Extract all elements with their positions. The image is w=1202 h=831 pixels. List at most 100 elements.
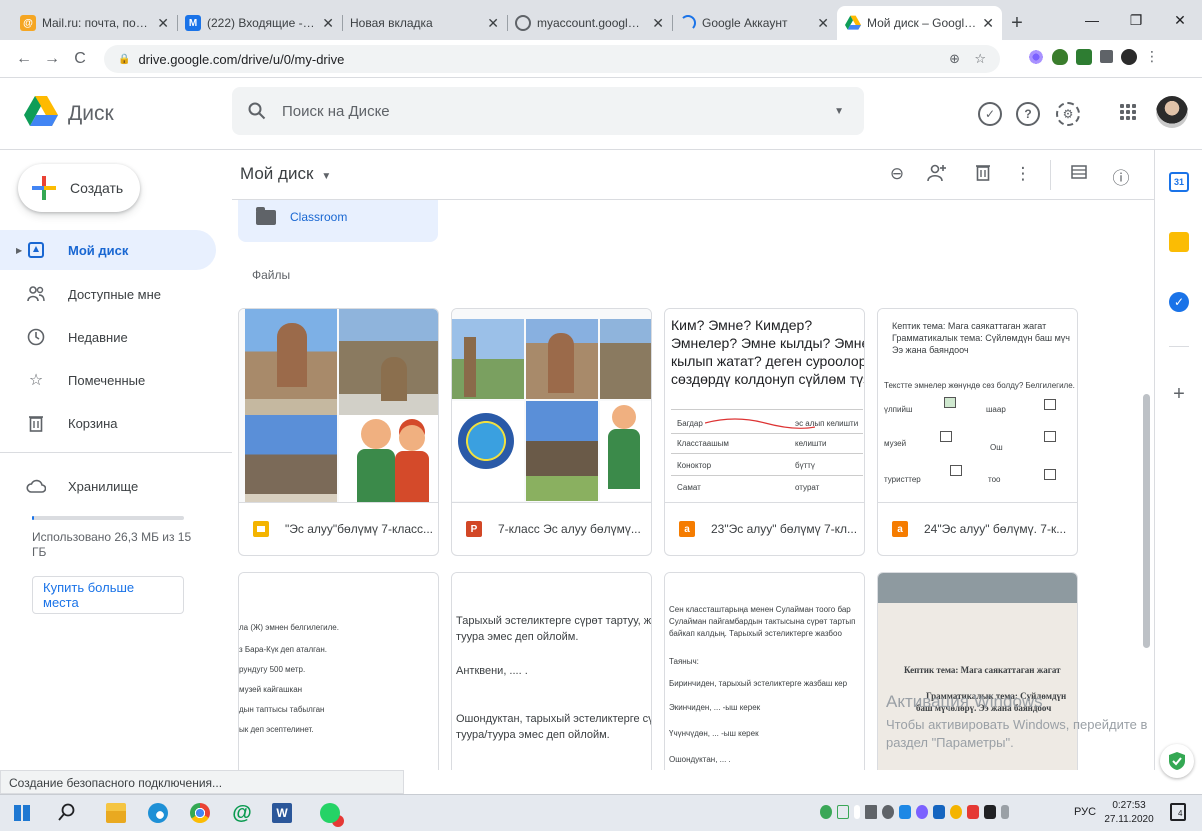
tray-mail-icon[interactable] xyxy=(837,805,849,819)
pen-icon[interactable] xyxy=(1001,805,1009,819)
close-tab-icon[interactable]: ✕ xyxy=(652,15,664,32)
more-vert-icon[interactable]: ⋮ xyxy=(1012,164,1034,184)
search-icon[interactable] xyxy=(248,102,266,120)
file-card[interactable]: Тарыхый эстеликтерге сүрөт тартуу, ж туу… xyxy=(451,572,652,770)
keep-icon[interactable] xyxy=(1169,232,1189,252)
profile-avatar-icon[interactable] xyxy=(1121,48,1137,65)
browser-tab-new-tab[interactable]: Новая вкладка ✕ xyxy=(342,6,507,40)
tray-shield-icon[interactable] xyxy=(899,805,911,819)
tasks-icon[interactable]: ✓ xyxy=(1169,292,1189,312)
browser-menu-icon[interactable]: ⋮ xyxy=(1145,48,1159,65)
sidebar-item-my-drive[interactable]: ▶ Мой диск xyxy=(0,230,216,270)
offline-status-icon[interactable]: ✓ xyxy=(978,102,1002,126)
word-app-icon[interactable]: W xyxy=(272,803,292,823)
expand-arrow-icon[interactable]: ▶ xyxy=(16,246,22,255)
extension-snowflake-icon[interactable] xyxy=(1028,48,1044,65)
sidebar-item-recent[interactable]: Недавние xyxy=(0,317,216,357)
taskbar-search-icon[interactable] xyxy=(58,803,78,823)
close-tab-icon[interactable]: ✕ xyxy=(157,15,169,32)
sidebar-item-trash[interactable]: Корзина xyxy=(0,403,216,443)
info-icon[interactable]: ⓘ xyxy=(1110,164,1132,189)
close-tab-icon[interactable]: ✕ xyxy=(817,15,829,32)
search-box[interactable]: Поиск на Диске ▼ xyxy=(232,87,864,135)
help-icon[interactable]: ? xyxy=(1016,102,1040,126)
settings-gear-icon[interactable]: ⚙ xyxy=(1056,102,1080,126)
file-card[interactable]: Ким? Эмне? Кимдер? Эмнелер? Эмне кылды? … xyxy=(664,308,865,556)
input-language-indicator[interactable]: РУС xyxy=(1074,806,1096,818)
get-addons-plus-icon[interactable]: + xyxy=(1169,383,1189,405)
create-button[interactable]: Создать xyxy=(18,164,140,212)
delete-trash-icon[interactable] xyxy=(972,164,994,186)
tray-app-icon[interactable] xyxy=(882,805,894,819)
google-apps-icon[interactable] xyxy=(1120,104,1136,120)
tray-app-icon[interactable] xyxy=(950,805,962,819)
doc-text: Экинчиден, ... -ыш керек xyxy=(669,703,761,712)
tray-app-icon[interactable] xyxy=(984,805,996,819)
file-card[interactable]: Кептик тема: Мага саякаттаган жагат Грам… xyxy=(877,308,1078,556)
action-center-icon[interactable]: 4 xyxy=(1170,803,1186,821)
list-view-icon[interactable] xyxy=(1068,164,1090,184)
bookmark-star-icon[interactable]: ☆ xyxy=(974,51,986,67)
forward-arrow-icon[interactable]: → xyxy=(38,50,66,68)
calendar-icon[interactable]: 31 xyxy=(1169,172,1189,192)
file-card[interactable]: ла (Ж) эмнен белгилегиле. з Бара-Күк деп… xyxy=(238,572,439,770)
browser-tab-gmail-inbox[interactable]: M (222) Входящие - Почт ✕ xyxy=(177,6,342,40)
back-arrow-icon[interactable]: ← xyxy=(10,50,38,68)
sidebar-item-storage[interactable]: Хранилище xyxy=(0,466,216,506)
buy-storage-button[interactable]: Купить больше места xyxy=(32,576,184,614)
mailru-agent-icon[interactable]: @ xyxy=(232,803,252,823)
minimize-icon[interactable]: — xyxy=(1070,0,1114,40)
taskbar-clock[interactable]: 0:27:53 27.11.2020 xyxy=(1104,799,1154,827)
close-tab-icon[interactable]: ✕ xyxy=(982,15,994,32)
security-shield-icon[interactable] xyxy=(1160,744,1194,778)
my-drive-breadcrumb[interactable]: Мой диск ▼ xyxy=(240,164,331,184)
close-window-icon[interactable]: ✕ xyxy=(1158,0,1202,40)
close-tab-icon[interactable]: ✕ xyxy=(322,15,334,32)
account-avatar[interactable] xyxy=(1156,96,1188,128)
main-scrollbar[interactable] xyxy=(1143,394,1150,648)
sidebar-item-starred[interactable]: ☆ Помеченные xyxy=(0,360,216,400)
doc-text: з Бара-Күк деп аталган. xyxy=(239,645,328,654)
address-bar[interactable]: 🔒 drive.google.com/drive/u/0/my-drive ⊕ … xyxy=(104,45,1000,73)
tray-snowflake-icon[interactable] xyxy=(916,805,928,819)
restore-icon[interactable]: ❐ xyxy=(1114,0,1158,40)
file-caption: P 7-класс Эс алуу бөлүмү... xyxy=(452,503,651,555)
file-card[interactable]: "Эс алуу"бөлүмү 7-класс... xyxy=(238,308,439,556)
tray-app-icon[interactable] xyxy=(820,805,832,819)
window-controls: — ❐ ✕ xyxy=(1070,0,1202,40)
sidebar-item-shared-with-me[interactable]: Доступные мне xyxy=(0,274,216,314)
browser-tab-myaccount[interactable]: myaccount.google.com ✕ xyxy=(507,6,672,40)
drive-logo-icon[interactable] xyxy=(24,96,58,126)
tray-network-icon[interactable] xyxy=(933,805,945,819)
chrome-browser-icon[interactable] xyxy=(190,803,210,823)
install-app-icon[interactable]: ⊕ xyxy=(949,51,960,67)
search-options-dropdown-icon[interactable]: ▼ xyxy=(834,106,844,117)
start-windows-icon[interactable] xyxy=(14,805,30,821)
get-link-icon[interactable]: ⊖ xyxy=(886,164,908,184)
doc-text: үлпийш xyxy=(884,405,913,414)
close-tab-icon[interactable]: ✕ xyxy=(487,15,499,32)
doc-text: Кептик тема: Мага саякаттаган жагат xyxy=(892,321,1047,331)
drive-brand-title[interactable]: Диск xyxy=(68,102,114,126)
search-input[interactable]: Поиск на Диске xyxy=(282,103,390,120)
whatsapp-icon[interactable] xyxy=(320,803,340,823)
browser-tab-google-account[interactable]: Google Аккаунт ✕ xyxy=(672,6,837,40)
reload-icon[interactable]: C xyxy=(66,50,94,68)
file-card[interactable]: Сен классташтарыңа менен Сулайман тоого … xyxy=(664,572,865,770)
doc-text: Коноктор xyxy=(677,461,712,470)
tray-app-icon[interactable] xyxy=(967,805,979,819)
doc-text: туристтер xyxy=(884,475,921,484)
file-card[interactable]: P 7-класс Эс алуу бөлүмү... xyxy=(451,308,652,556)
extension-badge-icon[interactable] xyxy=(1076,48,1092,65)
share-add-person-icon[interactable] xyxy=(926,164,948,187)
sidebar-item-label: Мой диск xyxy=(68,242,129,258)
volume-icon[interactable] xyxy=(865,805,877,819)
extension-shield-icon[interactable] xyxy=(1052,48,1068,65)
file-explorer-icon[interactable] xyxy=(106,803,126,823)
extensions-puzzle-icon[interactable] xyxy=(1100,50,1113,63)
browser-tab-my-drive[interactable]: Мой диск – Google Ди ✕ xyxy=(837,6,1002,40)
browser-tab-mailru[interactable]: @ Mail.ru: почта, поиск в ✕ xyxy=(12,6,177,40)
new-tab-plus-icon[interactable]: + xyxy=(1002,6,1032,40)
doc-text: Ким? Эмне? Кимдер? xyxy=(671,317,813,333)
edge-browser-icon[interactable] xyxy=(148,803,168,823)
